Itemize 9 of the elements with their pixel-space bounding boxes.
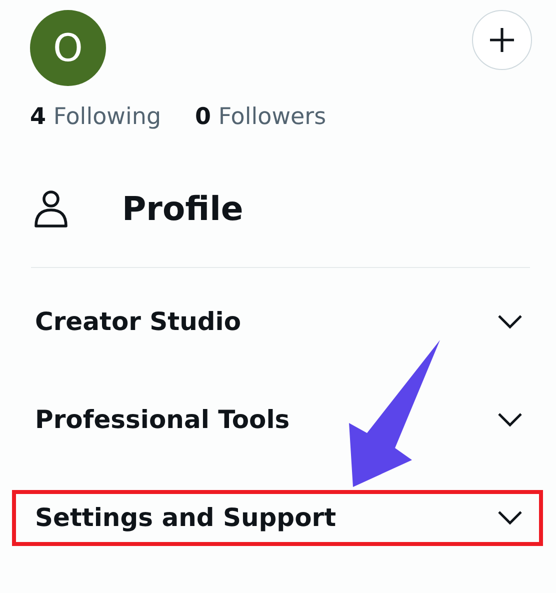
- stat-link[interactable]: 4 Following: [30, 100, 162, 134]
- plus-icon: [489, 27, 515, 53]
- profile-link[interactable]: Profile: [122, 184, 244, 234]
- section-toggle[interactable]: Professional Tools: [12, 392, 543, 448]
- avatar[interactable]: O: [30, 10, 106, 86]
- stat-link[interactable]: 0 Followers: [195, 100, 326, 134]
- section-toggle[interactable]: Settings and Support: [12, 490, 543, 546]
- section-toggle[interactable]: Creator Studio: [12, 294, 543, 350]
- person-icon: [34, 190, 68, 228]
